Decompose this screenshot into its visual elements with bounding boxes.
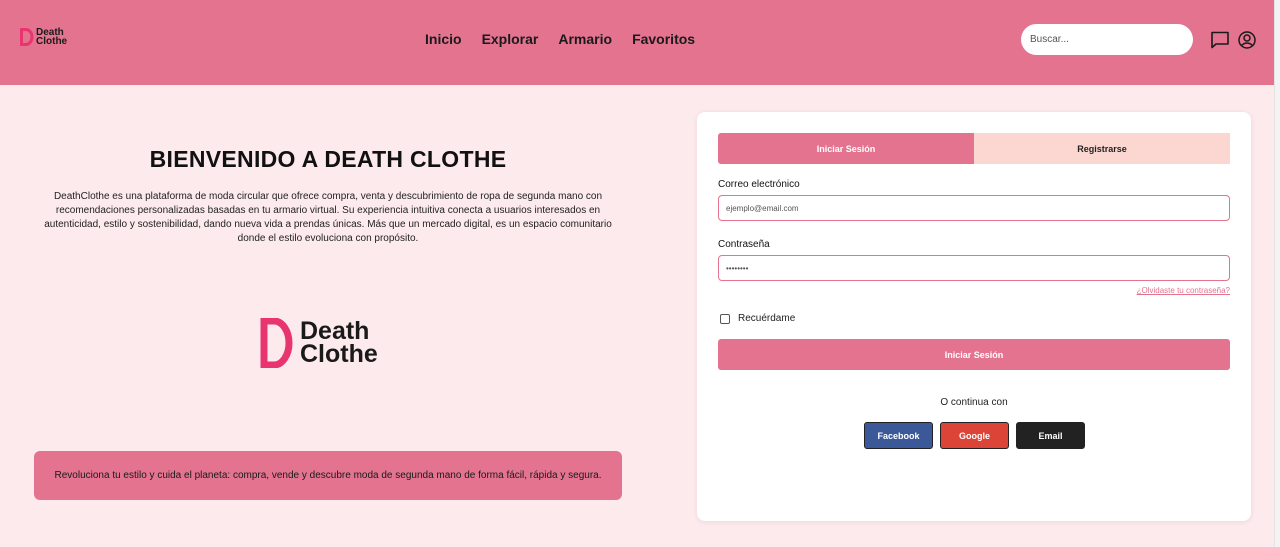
page-scrollbar[interactable] [1274,0,1280,547]
brand-logo-large: Death Clothe [260,318,378,368]
brand-d-icon [260,318,293,368]
nav-armario[interactable]: Armario [558,31,612,47]
brand-logo[interactable]: Death Clothe [20,27,68,47]
facebook-login-button[interactable]: Facebook [864,422,933,449]
main-nav: Inicio Explorar Armario Favoritos [425,31,695,47]
tab-register[interactable]: Registrarse [974,133,1230,164]
nav-inicio[interactable]: Inicio [425,31,462,47]
auth-tabs: Iniciar Sesión Registrarse [718,133,1230,164]
password-label: Contraseña [718,239,770,250]
welcome-description: DeathClothe es una plataforma de moda ci… [44,191,612,244]
nav-explorar[interactable]: Explorar [482,31,539,47]
welcome-title: BIENVENIDO A DEATH CLOTHE [149,146,507,172]
top-navbar: Death Clothe Inicio Explorar Armario Fav… [0,0,1274,85]
social-login-group: Facebook Google Email [864,422,1085,449]
search-input[interactable] [1021,24,1193,55]
remember-me[interactable]: Recuérdame [720,313,795,324]
email-field[interactable] [718,195,1230,221]
promo-banner: Revoluciona tu estilo y cuida el planeta… [34,451,622,500]
auth-card: Iniciar Sesión Registrarse Correo electr… [697,112,1251,521]
google-login-button[interactable]: Google [940,422,1009,449]
email-label: Correo electrónico [718,179,800,190]
forgot-password-link[interactable]: ¿Olvidaste tu contraseña? [1137,286,1230,295]
tab-login[interactable]: Iniciar Sesión [718,133,974,164]
remember-label: Recuérdame [738,313,796,324]
brand-wordmark: Death Clothe [36,27,68,47]
continue-with-label: O continua con [940,397,1008,408]
email-login-button[interactable]: Email [1016,422,1085,449]
brand-d-icon [20,28,34,46]
promo-banner-text: Revoluciona tu estilo y cuida el planeta… [54,470,602,481]
remember-checkbox[interactable] [720,313,730,324]
brand-wordmark-large: Death Clothe [300,317,378,368]
chat-icon[interactable] [1210,30,1230,50]
user-icon[interactable] [1237,30,1257,50]
password-field[interactable] [718,255,1230,281]
nav-favoritos[interactable]: Favoritos [632,31,695,47]
login-submit-button[interactable]: Iniciar Sesión [718,339,1230,370]
